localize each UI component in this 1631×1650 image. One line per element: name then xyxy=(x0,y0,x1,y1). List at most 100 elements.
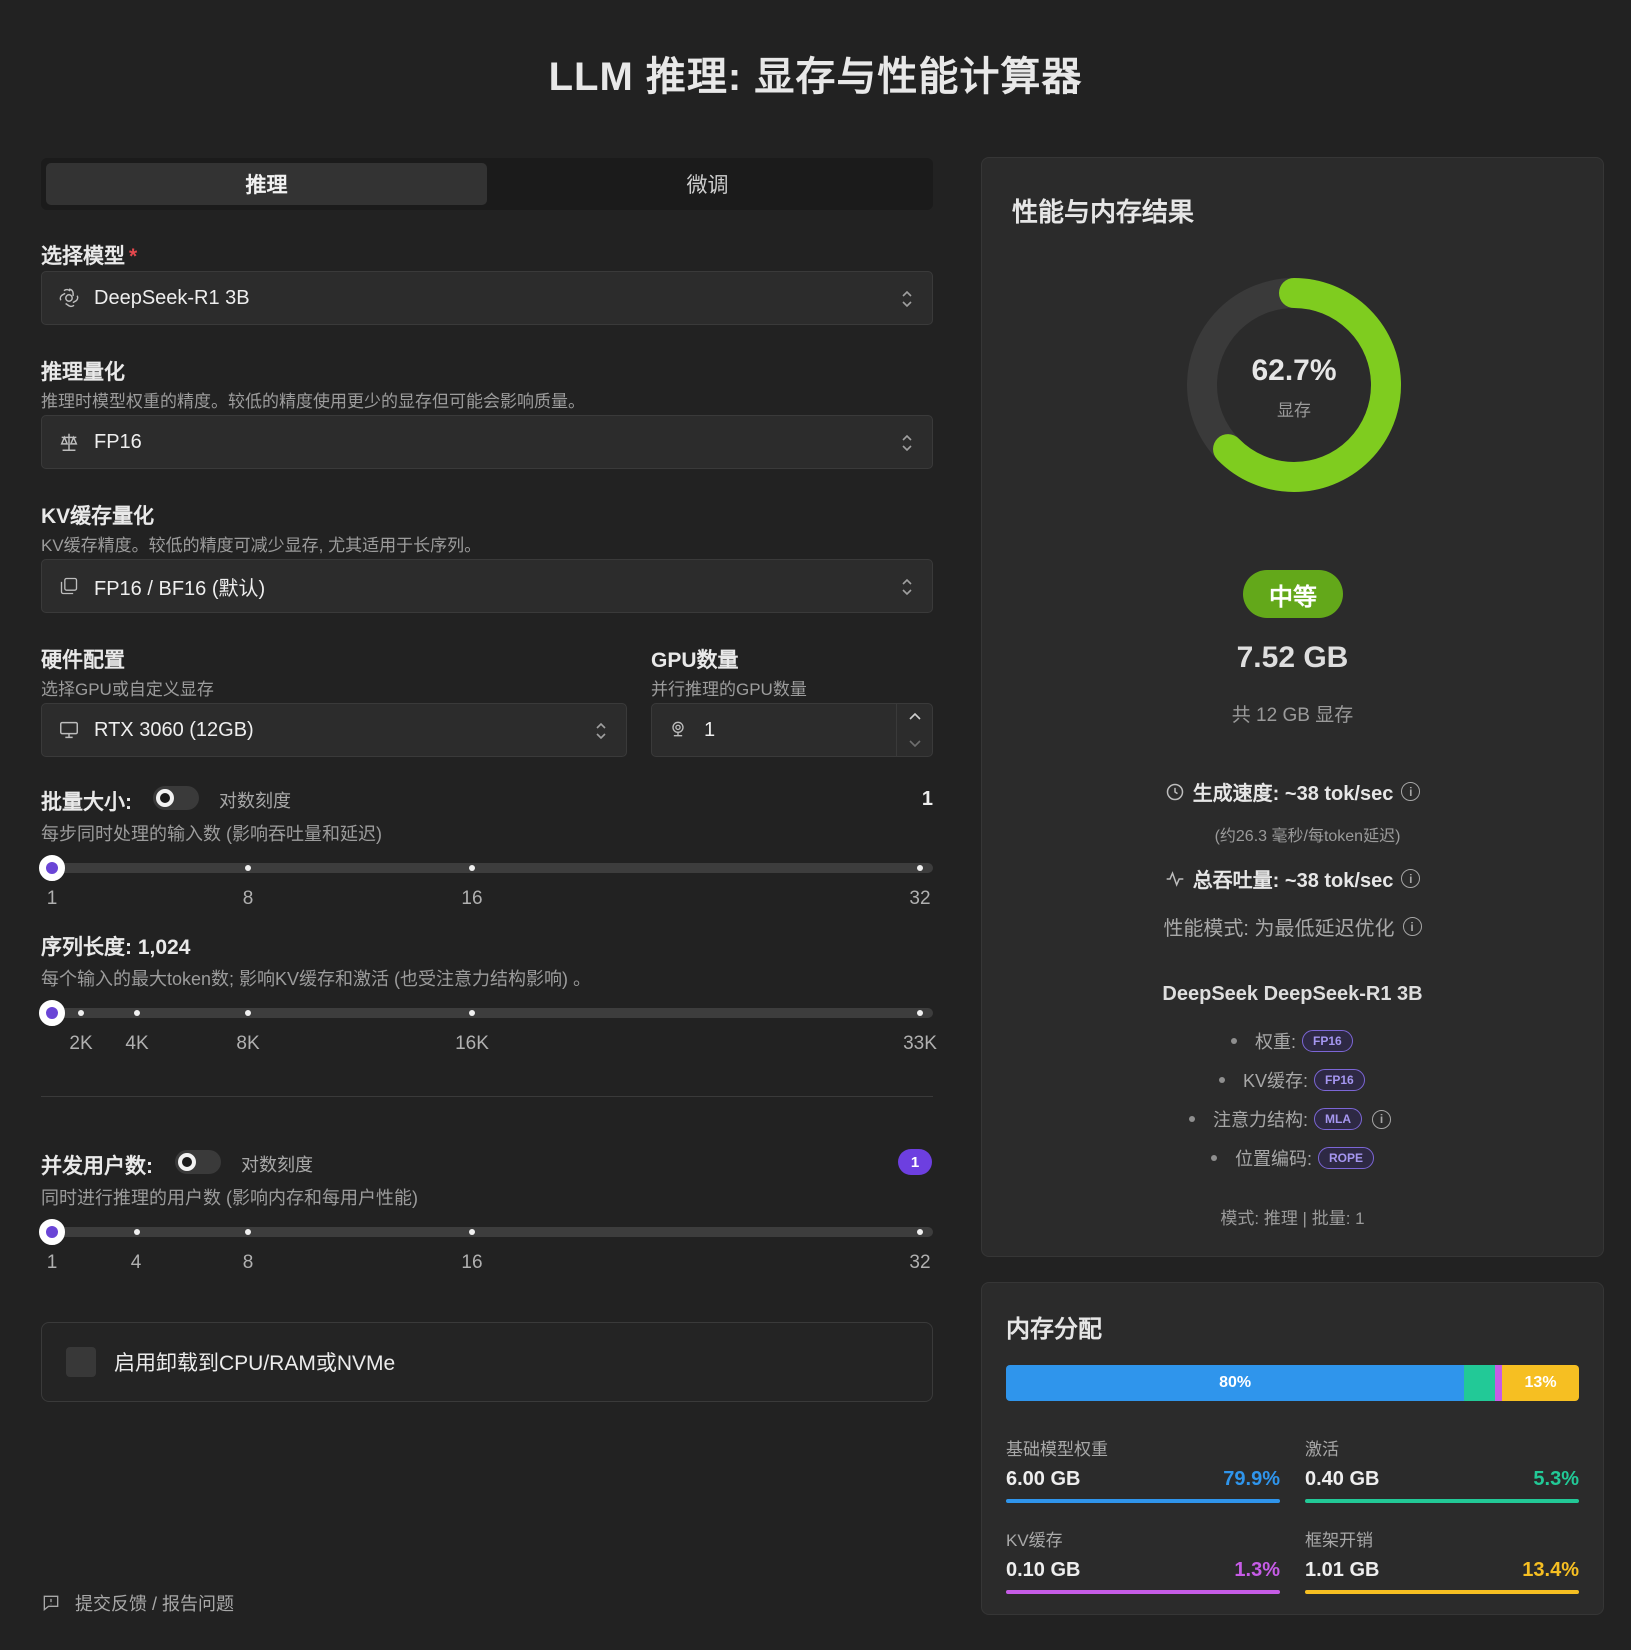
hardware-label: 硬件配置 xyxy=(41,649,125,672)
slider-tick-dot xyxy=(917,865,923,871)
memory-item-percent: 1.3% xyxy=(1234,1559,1280,1581)
model-label-text: 选择模型 xyxy=(41,245,125,268)
batch-slider-thumb[interactable] xyxy=(39,855,65,881)
sequence-tick: 16K xyxy=(455,1033,489,1054)
mode-tabs: 推理 微调 xyxy=(41,158,933,210)
sequence-tick: 2K xyxy=(69,1033,93,1054)
kv-label: KV缓存量化 xyxy=(41,505,155,528)
memory-item-weights: 基础模型权重 6.00 GB 79.9% xyxy=(1006,1435,1280,1503)
users-log-toggle[interactable] xyxy=(175,1150,221,1174)
memory-item-label: KV缓存 xyxy=(1006,1531,1063,1550)
page-title: LLM 推理: 显存与性能计算器 xyxy=(548,55,1083,99)
spec-attention: 注意力结构: MLA i xyxy=(1189,1106,1392,1132)
tab-inference[interactable]: 推理 xyxy=(46,163,487,205)
users-slider-thumb[interactable] xyxy=(39,1219,65,1245)
offload-label: 启用卸载到CPU/RAM或NVMe xyxy=(114,1352,396,1375)
memory-item-percent: 79.9% xyxy=(1223,1468,1280,1490)
hardware-help: 选择GPU或自定义显存 xyxy=(41,680,214,699)
gen-speed-text: 生成速度: ~38 tok/sec xyxy=(1192,783,1394,805)
increment-button[interactable] xyxy=(897,704,932,730)
memory-item-percent: 13.4% xyxy=(1522,1559,1579,1581)
batch-log-toggle[interactable] xyxy=(153,786,199,810)
users-value-badge: 1 xyxy=(898,1149,932,1175)
vram-gauge: 62.7% 显存 xyxy=(1187,278,1401,492)
chevron-updown-icon xyxy=(594,721,608,746)
model-label: 选择模型 * xyxy=(41,240,137,270)
scale-icon xyxy=(58,431,80,453)
kv-value: FP16 / BF16 (默认) xyxy=(94,577,266,600)
users-slider-track[interactable] xyxy=(41,1227,933,1237)
openai-logo-icon xyxy=(58,287,80,309)
memory-item-value: 6.00 GB xyxy=(1006,1468,1081,1490)
offload-option[interactable]: 启用卸载到CPU/RAM或NVMe xyxy=(41,1322,933,1402)
activity-icon xyxy=(1165,869,1185,889)
info-icon[interactable]: i xyxy=(1372,1109,1392,1129)
gpu-count-stepper xyxy=(896,704,932,756)
memory-item-value: 0.40 GB xyxy=(1305,1468,1380,1490)
sequence-slider-thumb[interactable] xyxy=(39,1000,65,1026)
feedback-link[interactable]: 提交反馈 / 报告问题 xyxy=(41,1590,234,1616)
feedback-label: 提交反馈 / 报告问题 xyxy=(75,1594,235,1614)
gpu-count-input[interactable]: 1 xyxy=(651,703,933,757)
memory-item-underline xyxy=(1305,1499,1579,1503)
slider-tick-dot xyxy=(469,1229,475,1235)
slider-tick-dot xyxy=(469,865,475,871)
memory-item-activations: 激活 0.40 GB 5.3% xyxy=(1305,1435,1579,1503)
results-title: 性能与内存结果 xyxy=(1012,197,1195,227)
level-badge: 中等 xyxy=(1243,570,1343,618)
memory-item-label: 框架开销 xyxy=(1305,1531,1373,1550)
users-tick: 32 xyxy=(909,1252,931,1273)
hardware-value: RTX 3060 (12GB) xyxy=(94,718,254,741)
perf-mode-text: 性能模式: 为最低延迟优化 xyxy=(1163,918,1395,940)
gpu-count-help: 并行推理的GPU数量 xyxy=(651,680,807,699)
memory-item-underline xyxy=(1006,1590,1280,1594)
batch-slider-track[interactable] xyxy=(41,863,933,873)
sequence-tick: 8K xyxy=(236,1033,260,1054)
hardware-select[interactable]: RTX 3060 (12GB) xyxy=(41,703,627,757)
slider-tick-dot xyxy=(134,1229,140,1235)
batch-value: 1 xyxy=(921,788,933,810)
chevron-updown-icon xyxy=(900,289,914,314)
decrement-button[interactable] xyxy=(897,730,932,756)
monitor-icon xyxy=(58,719,80,741)
spec-tag: FP16 xyxy=(1314,1069,1365,1091)
required-mark: * xyxy=(129,245,138,268)
quant-select[interactable]: FP16 xyxy=(41,415,933,469)
offload-checkbox[interactable] xyxy=(66,1347,96,1377)
batch-tick: 32 xyxy=(909,888,931,909)
spec-position: 位置编码: ROPE xyxy=(1211,1145,1375,1171)
slider-tick-dot xyxy=(917,1229,923,1235)
info-icon[interactable]: i xyxy=(1401,869,1421,888)
kv-select[interactable]: FP16 / BF16 (默认) xyxy=(41,559,933,613)
tab-finetune[interactable]: 微调 xyxy=(487,163,928,205)
bar-segment-activations xyxy=(1464,1365,1495,1401)
users-tick: 16 xyxy=(461,1252,483,1273)
info-icon[interactable]: i xyxy=(1401,782,1421,801)
memory-panel: 内存分配 80% 13% 基础模型权重 6.00 GB 79.9% 激活 0.4… xyxy=(981,1282,1604,1615)
spec-label: KV缓存: xyxy=(1243,1071,1309,1091)
throughput-row: 总吞吐量: ~38 tok/sec i xyxy=(982,864,1603,893)
spec-tag: FP16 xyxy=(1302,1030,1353,1052)
sequence-label: 序列长度: 1,024 xyxy=(41,936,191,959)
model-select[interactable]: DeepSeek-R1 3B xyxy=(41,271,933,325)
memory-item-underline xyxy=(1305,1590,1579,1594)
gpu-count-label: GPU数量 xyxy=(651,649,739,672)
users-tick: 1 xyxy=(46,1252,58,1273)
info-icon[interactable]: i xyxy=(1402,917,1422,936)
memory-item-value: 0.10 GB xyxy=(1006,1559,1081,1581)
chevron-updown-icon xyxy=(900,577,914,602)
spec-label: 权重: xyxy=(1255,1032,1297,1052)
batch-tick: 16 xyxy=(461,888,483,909)
slider-tick-dot xyxy=(245,865,251,871)
sequence-slider-track[interactable] xyxy=(41,1008,933,1018)
memory-title: 内存分配 xyxy=(1006,1316,1102,1343)
slider-tick-dot xyxy=(134,1010,140,1016)
sequence-tick: 4K xyxy=(125,1033,149,1054)
memory-item-value: 1.01 GB xyxy=(1305,1559,1380,1581)
results-panel: 性能与内存结果 62.7% 显存 中等 7.52 GB 共 12 GB 显存 生… xyxy=(981,157,1604,1257)
bar-segment-kv xyxy=(1494,1365,1503,1401)
quant-label: 推理量化 xyxy=(41,361,125,384)
memory-item-percent: 5.3% xyxy=(1533,1468,1579,1490)
sequence-help: 每个输入的最大token数; 影响KV缓存和激活 (也受注意力结构影响) 。 xyxy=(41,969,592,989)
message-icon xyxy=(41,1593,61,1613)
